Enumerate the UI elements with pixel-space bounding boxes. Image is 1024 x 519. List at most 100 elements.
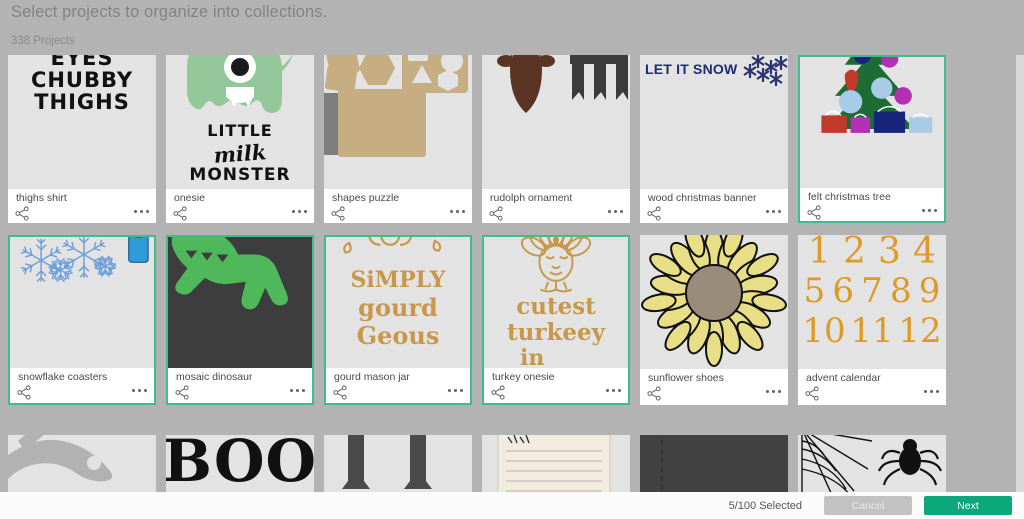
more-options-icon[interactable] (922, 209, 937, 212)
project-card[interactable] (8, 435, 156, 492)
project-card[interactable]: SiMPLY gourd Geous gourd mason jar (324, 235, 472, 405)
project-thumbnail[interactable] (168, 237, 312, 368)
share-icon[interactable] (491, 385, 506, 400)
share-icon[interactable] (333, 385, 348, 400)
more-options-icon[interactable] (924, 390, 939, 393)
bottom-action-bar: 5/100 Selected Cancel Next (0, 492, 1024, 519)
share-icon[interactable] (807, 205, 822, 220)
more-options-icon[interactable] (292, 210, 307, 213)
scrollbar-thumb[interactable] (1017, 58, 1023, 178)
project-card[interactable]: LET IT SNOW wood christmas banner (640, 55, 788, 223)
card-footer: rudolph ornament (482, 189, 630, 223)
share-icon[interactable] (331, 206, 346, 221)
project-title: sunflower shoes (648, 372, 724, 384)
project-thumbnail[interactable] (10, 237, 154, 368)
share-icon[interactable] (647, 206, 662, 221)
share-icon[interactable] (805, 386, 820, 401)
project-card[interactable]: 1 2 3 4 5 6 7 8 9 10 11 12 advent calendar (798, 235, 946, 405)
art-boo: BOO (166, 435, 314, 492)
card-footer: mosaic dinosaur (168, 368, 312, 403)
share-icon[interactable] (17, 385, 32, 400)
more-options-icon[interactable] (450, 210, 465, 213)
project-grid: EYES CHUBBY THIGHS thighs shirt LITTLE milk MO… (0, 55, 1024, 492)
card-footer: gourd mason jar (326, 368, 470, 403)
more-options-icon[interactable] (132, 389, 147, 392)
project-title: felt christmas tree (808, 191, 891, 203)
project-title: advent calendar (806, 372, 881, 384)
project-title: shapes puzzle (332, 192, 400, 204)
project-card[interactable]: felt christmas tree (798, 55, 946, 223)
card-footer: turkey onesie (484, 368, 628, 403)
header: Select projects to organize into collect… (0, 0, 1024, 55)
project-thumbnail[interactable] (324, 55, 472, 189)
project-thumbnail[interactable]: 1 2 3 4 5 6 7 8 9 10 11 12 (798, 235, 946, 369)
project-thumbnail[interactable]: LITTLE milk MONSTER (166, 55, 314, 189)
project-thumbnail[interactable]: LET IT SNOW (640, 55, 788, 189)
art-dinosaur (168, 237, 312, 368)
selection-count-label: 5/100 Selected (728, 499, 802, 512)
project-card[interactable]: EYES CHUBBY THIGHS thighs shirt (8, 55, 156, 223)
project-title: snowflake coasters (18, 371, 108, 383)
project-thumbnail[interactable] (640, 235, 788, 369)
page-title: Select projects to organize into collect… (11, 3, 328, 21)
share-icon[interactable] (15, 206, 30, 221)
project-thumbnail[interactable] (798, 435, 946, 492)
card-footer: wood christmas banner (640, 189, 788, 223)
project-card[interactable] (324, 435, 472, 492)
project-card[interactable]: snowflake coasters (8, 235, 156, 405)
project-selection-screen: Select projects to organize into collect… (0, 0, 1024, 519)
project-thumbnail[interactable] (8, 435, 156, 492)
project-card[interactable] (798, 435, 946, 492)
project-card[interactable]: cutestturkeeyin town turkey onesie (482, 235, 630, 405)
more-options-icon[interactable] (606, 389, 621, 392)
project-thumbnail[interactable]: cutestturkeeyin town (484, 237, 628, 368)
more-options-icon[interactable] (766, 210, 781, 213)
project-card[interactable] (482, 435, 630, 492)
art-let-it-snow: LET IT SNOW (640, 55, 788, 189)
share-icon[interactable] (489, 206, 504, 221)
project-title: wood christmas banner (648, 192, 757, 204)
project-card[interactable]: BOO (166, 435, 314, 492)
project-card[interactable]: mosaic dinosaur (166, 235, 314, 405)
project-card[interactable] (640, 435, 788, 492)
card-footer: thighs shirt (8, 189, 156, 223)
project-card[interactable]: shapes puzzle (324, 55, 472, 223)
more-options-icon[interactable] (134, 210, 149, 213)
project-card[interactable]: LITTLE milk MONSTER onesie (166, 55, 314, 223)
project-title: thighs shirt (16, 192, 67, 204)
project-thumbnail[interactable]: EYES CHUBBY THIGHS (8, 55, 156, 189)
share-icon[interactable] (647, 386, 662, 401)
share-icon[interactable] (173, 206, 188, 221)
more-options-icon[interactable] (608, 210, 623, 213)
art-milk-monster: LITTLE milk MONSTER (166, 55, 314, 189)
art-advent-calendar: 1 2 3 4 5 6 7 8 9 10 11 12 (802, 235, 942, 351)
project-thumbnail[interactable] (800, 57, 944, 188)
project-card[interactable]: rudolph ornament (482, 55, 630, 223)
project-thumbnail[interactable] (324, 435, 472, 492)
project-title: rudolph ornament (490, 192, 573, 204)
card-footer: snowflake coasters (10, 368, 154, 403)
card-footer: felt christmas tree (800, 188, 944, 221)
project-card[interactable]: sunflower shoes (640, 235, 788, 405)
cancel-button[interactable]: Cancel (824, 496, 912, 515)
project-thumbnail[interactable] (482, 55, 630, 189)
next-button[interactable]: Next (924, 496, 1012, 515)
share-icon[interactable] (175, 385, 190, 400)
project-thumbnail[interactable]: BOO (166, 435, 314, 492)
card-footer: advent calendar (798, 369, 946, 404)
art-thighs-shirt: EYES CHUBBY THIGHS (30, 55, 134, 114)
project-title: onesie (174, 192, 205, 204)
art-gourd: SiMPLY gourd Geous (326, 237, 470, 368)
more-options-icon[interactable] (290, 389, 305, 392)
project-thumbnail[interactable] (640, 435, 788, 492)
art-turkey: cutestturkeeyin town (484, 237, 628, 368)
more-options-icon[interactable] (766, 390, 781, 393)
more-options-icon[interactable] (448, 389, 463, 392)
project-thumbnail[interactable]: SiMPLY gourd Geous (326, 237, 470, 368)
project-title: turkey onesie (492, 371, 555, 383)
project-thumbnail[interactable] (482, 435, 630, 492)
project-title: mosaic dinosaur (176, 371, 253, 383)
card-footer: shapes puzzle (324, 189, 472, 223)
card-footer: sunflower shoes (640, 369, 788, 404)
project-title: gourd mason jar (334, 371, 410, 383)
